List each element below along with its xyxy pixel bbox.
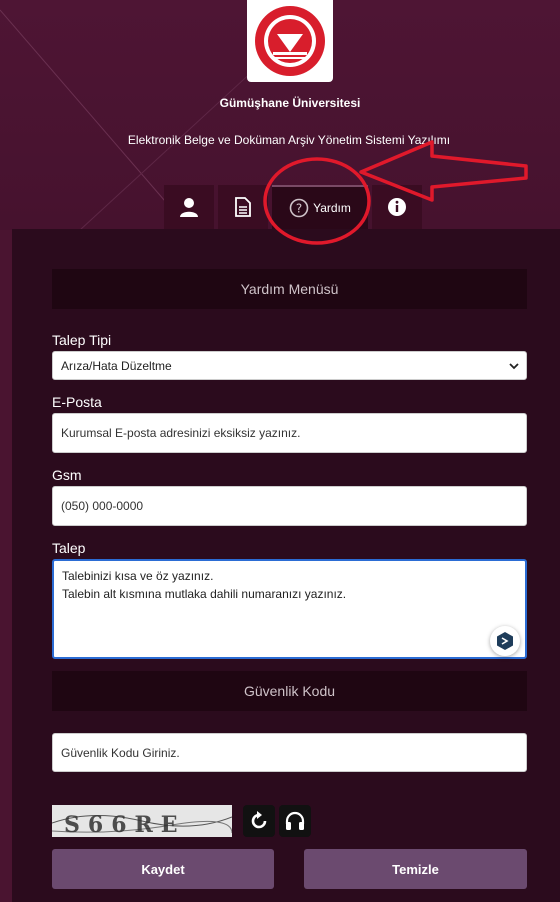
university-logo: [247, 0, 333, 82]
clear-button[interactable]: Temizle: [304, 849, 527, 889]
system-name: Elektronik Belge ve Doküman Arşiv Yöneti…: [127, 133, 451, 147]
svg-text:?: ?: [296, 202, 302, 216]
request-textarea[interactable]: Talebinizi kısa ve öz yazınız. Talebin a…: [52, 559, 527, 659]
request-type-select[interactable]: Arıza/Hata Düzeltme: [52, 351, 527, 380]
gsm-field[interactable]: (050) 000-0000: [52, 486, 527, 526]
tab-help[interactable]: ? Yardım: [272, 185, 368, 229]
document-icon: [235, 197, 251, 217]
captcha-image: S66RE: [52, 805, 232, 837]
security-code-placeholder: Güvenlik Kodu Giriniz.: [61, 745, 180, 760]
audio-captcha-button[interactable]: [279, 805, 311, 837]
assistant-icon: [497, 632, 513, 650]
request-placeholder-line2: Talebin alt kısmına mutlaka dahili numar…: [62, 587, 347, 601]
gsm-placeholder: (050) 000-0000: [61, 499, 144, 513]
refresh-captcha-button[interactable]: [243, 805, 275, 837]
tab-bar: ? Yardım: [164, 185, 426, 229]
logo-seal-icon: [255, 6, 325, 76]
tab-user[interactable]: [164, 185, 214, 229]
request-type-label: Talep Tipi: [52, 332, 112, 348]
captcha-text: S66RE: [64, 812, 186, 837]
security-code-header: Güvenlik Kodu: [52, 671, 527, 711]
request-label: Talep: [52, 540, 86, 556]
help-menu-header: Yardım Menüsü: [52, 269, 527, 309]
security-code-field[interactable]: Güvenlik Kodu Giriniz.: [52, 733, 527, 772]
tab-help-label: Yardım: [313, 201, 351, 215]
email-placeholder: Kurumsal E-posta adresinizi eksiksiz yaz…: [61, 426, 301, 440]
headphones-icon: [285, 811, 305, 830]
user-icon: [180, 198, 198, 217]
gsm-label: Gsm: [52, 467, 82, 483]
refresh-icon: [251, 811, 267, 829]
captcha-noise: S66RE: [52, 805, 232, 837]
info-circle-icon: [388, 198, 406, 216]
email-label: E-Posta: [52, 394, 102, 410]
university-name: Gümüşhane Üniversitesi: [219, 96, 361, 110]
email-field[interactable]: Kurumsal E-posta adresinizi eksiksiz yaz…: [52, 413, 527, 453]
question-circle-icon: ?: [289, 198, 309, 218]
assistant-float-button[interactable]: [490, 626, 520, 656]
tab-document[interactable]: [218, 185, 268, 229]
request-type-value: Arıza/Hata Düzeltme: [61, 358, 172, 373]
chevron-down-icon: [509, 363, 519, 370]
tab-info[interactable]: [372, 185, 422, 229]
request-placeholder-line1: Talebinizi kısa ve öz yazınız.: [62, 569, 214, 583]
save-button[interactable]: Kaydet: [52, 849, 274, 889]
